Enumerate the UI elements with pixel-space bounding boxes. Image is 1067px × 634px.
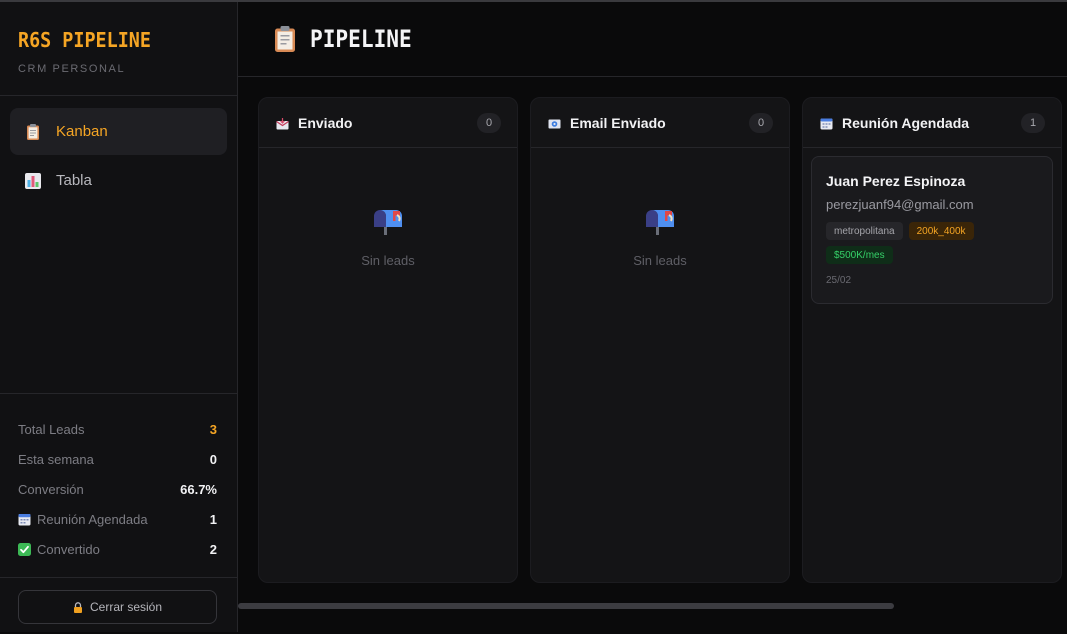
- sidebar-item-kanban[interactable]: Kanban: [10, 108, 227, 155]
- lock-icon: [73, 601, 83, 613]
- tag-region: metropolitana: [826, 222, 903, 240]
- stat-label-group: Reunión Agendada: [18, 512, 148, 527]
- lead-name: Juan Perez Espinoza: [826, 173, 966, 189]
- tag-budget: 200k_400k: [908, 222, 974, 240]
- tag-revenue: $500K/mes: [826, 246, 893, 264]
- page-title: PIPELINE: [310, 25, 412, 53]
- column-title: Enviado: [298, 114, 353, 131]
- stat-esta-semana: Esta semana 0: [18, 444, 217, 474]
- stat-label: Conversión: [18, 481, 84, 497]
- stat-value: 1: [209, 511, 217, 527]
- column-title: Email Enviado: [570, 114, 666, 131]
- lead-tags: metropolitana 200k_400k $500K/mes: [826, 222, 1026, 264]
- stat-label-group: Convertido: [18, 542, 100, 557]
- calendar-icon: [820, 117, 833, 129]
- column-title-group: Reunión Agendada: [820, 115, 969, 131]
- stat-reunion-agendada: Reunión Agendada 1: [18, 504, 217, 534]
- column-count-badge: 0: [477, 112, 501, 133]
- sidebar: R6S PIPELINE CRM PERSONAL Kanban Tabla T…: [0, 2, 238, 632]
- sidebar-item-label: Kanban: [56, 123, 108, 140]
- column-title-group: Email Enviado: [548, 115, 666, 131]
- mailbox-icon: [372, 208, 404, 236]
- horizontal-scrollbar[interactable]: [238, 603, 894, 609]
- check-icon: [18, 542, 31, 556]
- empty-state: Sin leads: [259, 148, 517, 268]
- clipboard-icon: [24, 123, 42, 141]
- column-header: Email Enviado 0: [531, 98, 789, 148]
- column-title-group: Enviado: [276, 115, 352, 131]
- main-content: PIPELINE Enviado 0 Sin leads Email Envia…: [238, 2, 1067, 632]
- column-header: Enviado 0: [259, 98, 517, 148]
- stats-panel: Total Leads 3 Esta semana 0 Conversión 6…: [0, 393, 237, 564]
- column-count-badge: 1: [1021, 112, 1045, 133]
- stat-total-leads: Total Leads 3: [18, 414, 217, 444]
- lead-card[interactable]: Juan Perez Espinoza perezjuanf94@gmail.c…: [811, 156, 1053, 304]
- stat-label: Esta semana: [18, 451, 94, 467]
- column-reunion-agendada: Reunión Agendada 1 Juan Perez Espinoza p…: [802, 97, 1062, 583]
- stat-value: 66.7%: [180, 481, 217, 497]
- column-title: Reunión Agendada: [842, 114, 970, 131]
- page-header: PIPELINE: [238, 2, 1067, 77]
- logout-area: Cerrar sesión: [0, 577, 237, 634]
- bar-chart-icon: [24, 172, 42, 190]
- stat-label: Total Leads: [18, 421, 85, 437]
- lead-email: perezjuanf94@gmail.com: [826, 197, 974, 212]
- stat-label: Reunión Agendada: [37, 511, 148, 527]
- logout-label: Cerrar sesión: [89, 600, 163, 614]
- column-header: Reunión Agendada 1: [803, 98, 1061, 148]
- sidebar-item-label: Tabla: [56, 172, 92, 189]
- app-title: R6S PIPELINE: [18, 28, 151, 52]
- brand: R6S PIPELINE CRM PERSONAL: [0, 2, 237, 96]
- email-icon: [548, 117, 561, 129]
- logout-button[interactable]: Cerrar sesión: [18, 590, 217, 624]
- column-count-badge: 0: [749, 112, 773, 133]
- sidebar-nav: Kanban Tabla: [0, 96, 237, 204]
- mailbox-icon: [644, 208, 676, 236]
- empty-state-text: Sin leads: [633, 253, 687, 268]
- envelope-icon: [276, 117, 289, 129]
- stat-value: 2: [209, 541, 217, 557]
- empty-state-text: Sin leads: [361, 253, 415, 268]
- stat-convertido: Convertido 2: [18, 534, 217, 564]
- sidebar-item-tabla[interactable]: Tabla: [10, 157, 227, 204]
- empty-state: Sin leads: [531, 148, 789, 268]
- column-enviado: Enviado 0 Sin leads: [258, 97, 518, 583]
- calendar-icon: [18, 513, 31, 526]
- clipboard-icon: [272, 25, 298, 53]
- column-email-enviado: Email Enviado 0 Sin leads: [530, 97, 790, 583]
- stat-value: 0: [209, 451, 217, 467]
- app-subtitle: CRM PERSONAL: [18, 63, 126, 75]
- lead-date: 25/02: [826, 275, 852, 286]
- stat-label: Convertido: [37, 541, 100, 557]
- stat-value: 3: [209, 421, 217, 437]
- stat-conversion: Conversión 66.7%: [18, 474, 217, 504]
